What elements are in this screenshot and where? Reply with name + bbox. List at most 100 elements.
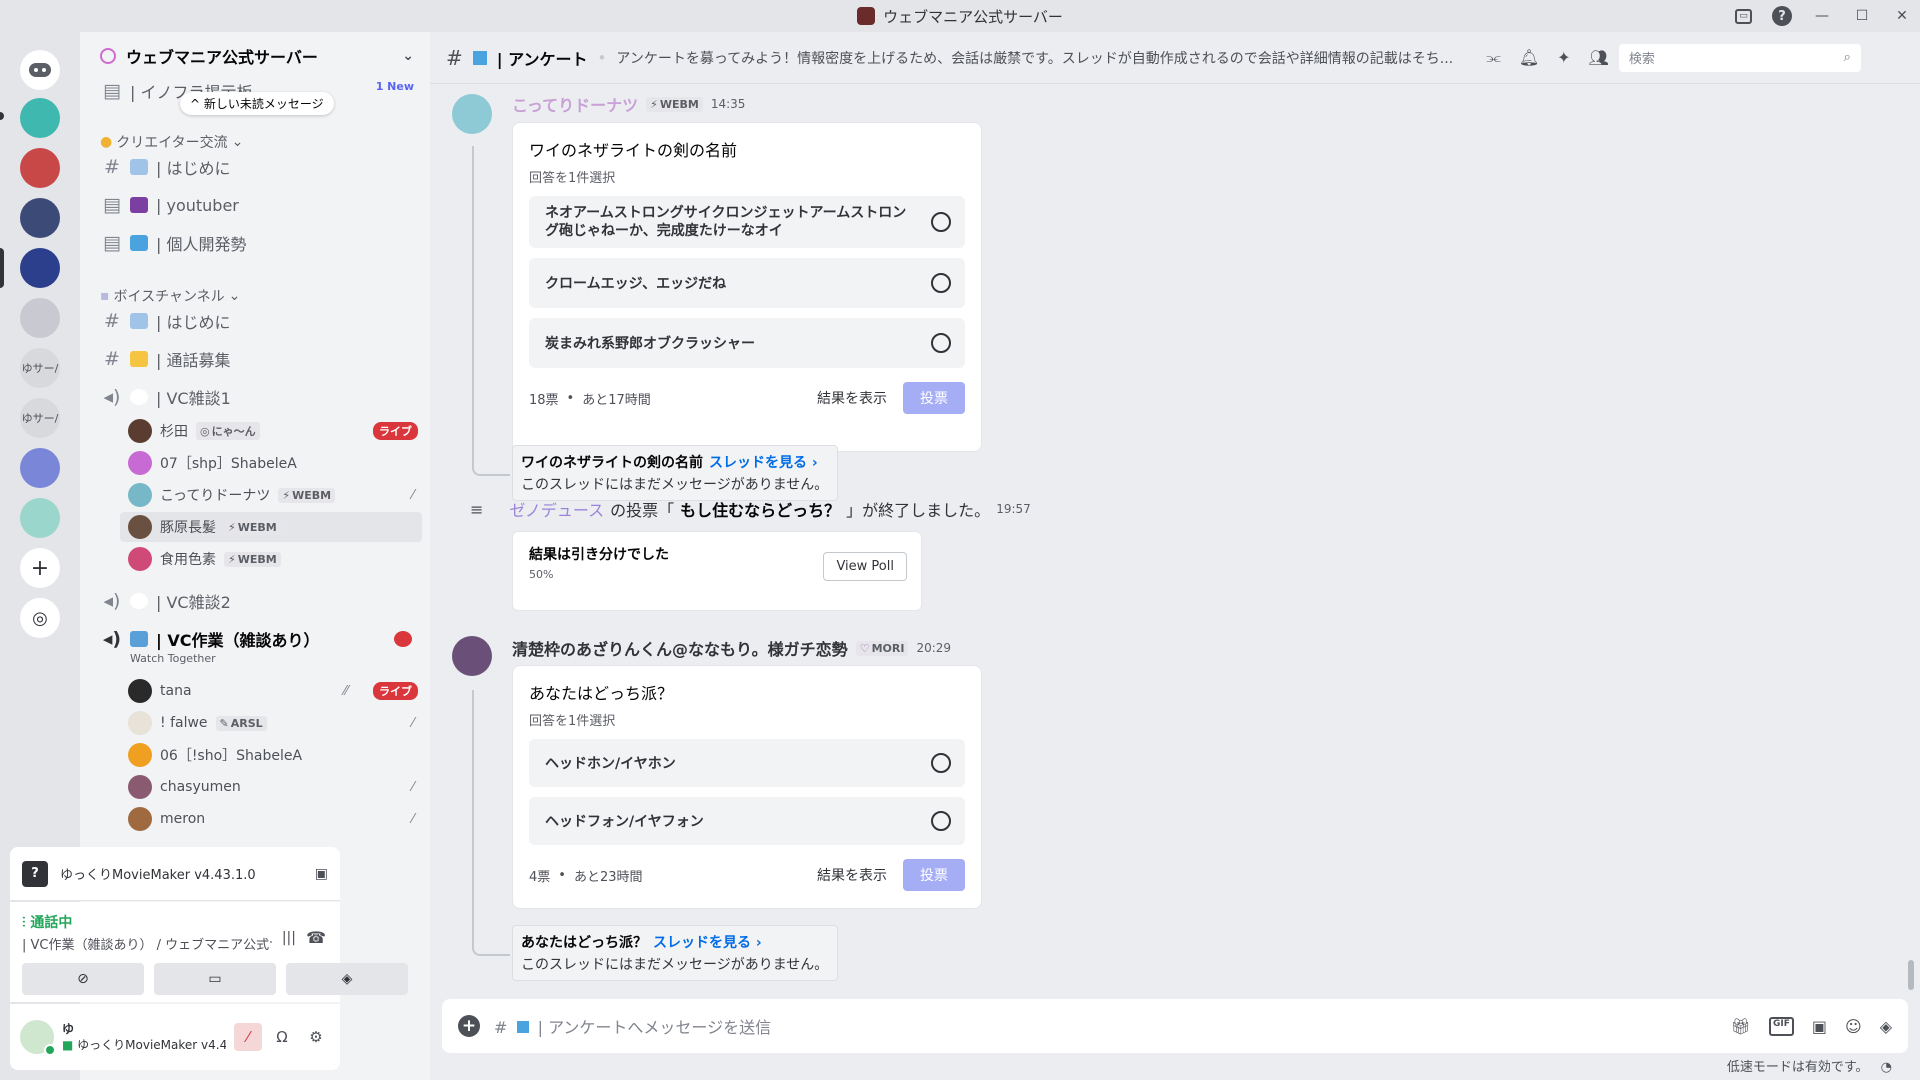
server-icon[interactable] (20, 448, 60, 488)
deafen-icon: ⁄ (411, 779, 414, 795)
server-icon[interactable] (20, 98, 60, 138)
user-tag: ◎ にゃ～ん (196, 422, 260, 440)
author-name[interactable]: 清楚枠のあざりんくん@ななもり。様ガチ恋勢 (512, 636, 848, 660)
headphones-icon[interactable]: Ω (268, 1023, 296, 1051)
screen-share-button[interactable]: ▭ (154, 963, 276, 995)
minimize-button[interactable]: — (1812, 6, 1832, 26)
activity-panel: ? ゆっくりMovieMaker v4.43.1.0 ▣ (10, 847, 340, 901)
activity-name: ゆっくりMovieMaker v4.43.1.0 (60, 868, 256, 883)
voice-user[interactable]: ! falwe ✎ ARSL ⁄ (128, 708, 428, 738)
voice-channel-vc2[interactable]: ◂) | VC雑談2 (88, 584, 422, 618)
voice-user[interactable]: 杉田 ◎ にゃ～ん ライブ (128, 416, 428, 446)
voice-channel-vc-work[interactable]: ◂) | VC作業（雑談あり） (88, 622, 422, 656)
poll-option[interactable]: クロームエッジ、エッジだね (529, 258, 965, 308)
message-composer[interactable]: + # | アンケートへメッセージを送信 🎁︎ GIF ▣ ☺ ◈ (442, 999, 1908, 1053)
voice-channel-name[interactable]: | VC作業（雑談あり） / ウェブマニア公式サ... (22, 934, 272, 953)
discord-home-icon[interactable] (20, 50, 60, 90)
channel-title: | アンケート (496, 49, 588, 69)
view-poll-button[interactable]: View Poll (823, 552, 907, 581)
gift-icon[interactable]: 🎁︎ (1731, 1017, 1751, 1036)
pin-icon[interactable]: ✦ (1557, 48, 1570, 68)
stream-icon[interactable]: ▣ (315, 866, 328, 882)
hash-icon: # (104, 156, 120, 178)
server-folder[interactable]: ゆサー/ (20, 398, 60, 438)
channel-call-recruit[interactable]: # | 通話募集 (88, 342, 422, 376)
add-attachment-icon[interactable]: + (458, 1015, 480, 1037)
settings-gear-icon[interactable]: ⚙ (302, 1023, 330, 1051)
voice-user[interactable]: こってりドーナツ ⚡ WEBM ⁄ (128, 480, 428, 510)
poll-option[interactable]: ネオアームストロングサイクロンジェットアームストロング砲じゃねーか、完成度たけー… (529, 196, 965, 248)
timestamp: 20:29 (916, 641, 952, 655)
help-icon[interactable]: ? (1772, 6, 1792, 26)
channel-hajimeni-2[interactable]: # | はじめに (88, 304, 422, 338)
apps-icon[interactable]: ◈ (1880, 1017, 1892, 1036)
view-thread-link[interactable]: スレッドを見る › (653, 935, 762, 951)
show-results-button[interactable]: 結果を表示 (817, 388, 887, 408)
message-input[interactable]: # | アンケートへメッセージを送信 (494, 1014, 771, 1038)
threads-icon[interactable]: ⫘ (1486, 48, 1500, 68)
speaker-icon: ◂) (102, 628, 122, 650)
mic-muted-icon[interactable]: ⁄ (234, 1023, 262, 1051)
voice-user[interactable]: meron ⁄ (128, 804, 428, 834)
server-icon[interactable] (20, 198, 60, 238)
thread-preview[interactable]: ワイのネザライトの剣の名前 スレッドを見る › このスレッドにはまだメッセージがあ… (512, 445, 838, 501)
noise-suppression-icon[interactable]: ||| (282, 930, 296, 946)
server-folder[interactable]: ゆサー/ (20, 348, 60, 388)
discover-icon[interactable]: ◎ (20, 598, 60, 638)
user-tag: ♡ MORI (855, 640, 909, 656)
thread-preview[interactable]: あなたはどっち派？ スレッドを見る › このスレッドにはまだメッセージがありません… (512, 925, 838, 981)
close-button[interactable]: ✕ (1892, 6, 1912, 26)
search-input[interactable]: 検索 ⌕ (1618, 43, 1861, 72)
server-icon[interactable] (20, 248, 60, 288)
screen-share-icon: ▭ (208, 971, 222, 987)
voice-user[interactable]: 豚原長髪 ⚡ WEBM (120, 512, 422, 542)
unread-pill[interactable]: ^ 新しい未読メッセージ (180, 92, 334, 115)
avatar[interactable] (452, 94, 492, 134)
voice-user[interactable]: 06［!sho］ShabeleA (128, 740, 428, 770)
slowmode-notice: 低速モードは有効です。 ◔ (1726, 1060, 1892, 1075)
sticker-icon[interactable]: ▣ (1812, 1017, 1827, 1036)
server-icon[interactable] (20, 298, 60, 338)
search-icon: ⌕ (1843, 50, 1851, 65)
members-icon[interactable]: 👥︎ (1589, 48, 1609, 68)
poll-option[interactable]: ヘッドフォン/イヤフォン (529, 797, 965, 845)
show-results-button[interactable]: 結果を表示 (817, 865, 887, 885)
camera-off-icon: ⊘ (77, 971, 89, 987)
camera-button[interactable]: ⊘ (22, 963, 144, 995)
inbox-icon[interactable]: ▭ (1735, 8, 1752, 24)
disconnect-icon[interactable]: ☎ (306, 928, 326, 947)
avatar[interactable] (20, 1020, 56, 1056)
vote-button[interactable]: 投票 (903, 382, 965, 414)
voice-user[interactable]: 07［shp］ShabeleA (128, 448, 428, 478)
voice-user[interactable]: tana ⁄⁄ ライブ (128, 676, 428, 706)
author-name[interactable]: こってりドーナツ (512, 92, 638, 116)
voice-user[interactable]: chasyumen ⁄ (128, 772, 428, 802)
channel-indie-dev[interactable]: ▤ | 個人開発勢 (88, 226, 422, 260)
user-info[interactable]: ゆ ■ ゆっくりMovieMaker v4.43.1.0をプ... +1 (62, 1021, 226, 1053)
channel-youtuber[interactable]: ▤ | youtuber (88, 188, 422, 222)
emoji-icon[interactable]: ☺ (1845, 1017, 1862, 1036)
server-header[interactable]: ウェブマニア公式サーバー ⌄ (80, 32, 430, 80)
category-creator[interactable]: ● クリエイター交流 ⌄ (100, 132, 243, 152)
view-thread-link[interactable]: スレッドを見る › (709, 455, 818, 471)
bell-icon[interactable]: 🔔︎ (1519, 48, 1539, 68)
poll-option[interactable]: ヘッドホン/イヤホン (529, 739, 965, 787)
server-icon[interactable] (20, 498, 60, 538)
gif-icon[interactable]: GIF (1768, 1016, 1794, 1036)
add-server-icon[interactable]: + (20, 548, 60, 588)
category-voice[interactable]: ▪ ボイスチャンネル ⌄ (100, 286, 240, 306)
server-icon[interactable] (20, 148, 60, 188)
channel-topic[interactable]: アンケートを募ってみよう！情報密度を上げるため、会話は厳禁です。スレッドが自動作… (616, 48, 1466, 68)
voice-channel-vc1[interactable]: ◂) | VC雑談1 (88, 380, 422, 414)
channel-hajimeni[interactable]: # | はじめに (88, 150, 422, 184)
avatar[interactable] (452, 636, 492, 676)
vote-button[interactable]: 投票 (903, 859, 965, 891)
forum-icon: ▤ (103, 194, 121, 216)
poll-option[interactable]: 炭まみれ系野郎オブクラッシャー (529, 318, 965, 368)
voice-user[interactable]: 食用色素 ⚡ WEBM (128, 544, 428, 574)
maximize-button[interactable]: ☐ (1852, 6, 1872, 26)
voice-status[interactable]: ⫶ 通話中 (22, 912, 328, 932)
author-name[interactable]: ゼノデュース (509, 497, 604, 521)
scrollbar[interactable] (1908, 960, 1914, 990)
activity-button[interactable]: ◈ (286, 963, 408, 995)
